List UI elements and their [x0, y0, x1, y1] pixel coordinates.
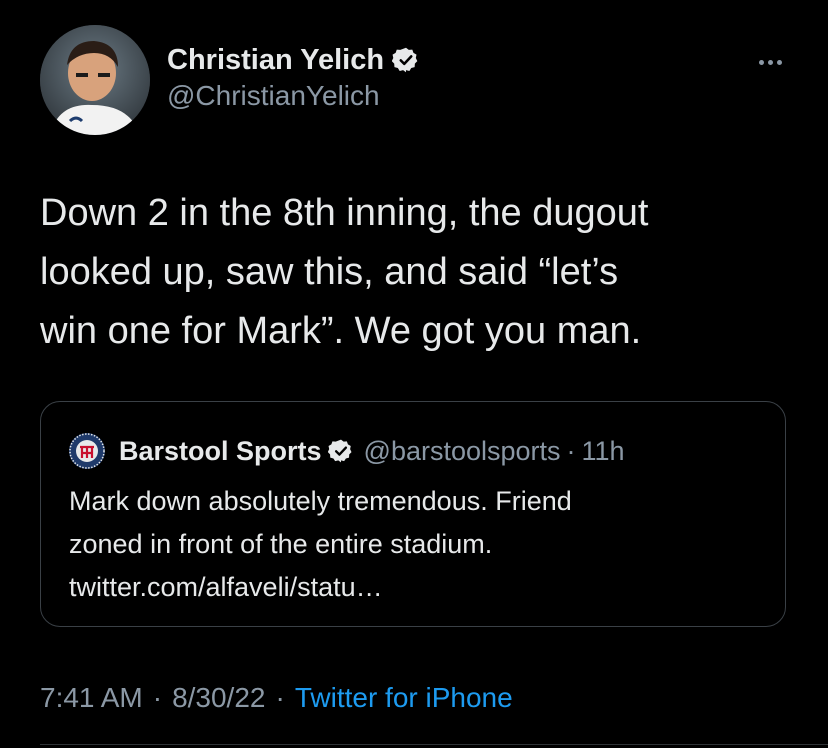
author-handle[interactable]: @ChristianYelich	[167, 80, 420, 112]
quoted-tweet-text: Mark down absolutely tremendous. Friend …	[69, 480, 769, 609]
author-name-row: Christian Yelich	[167, 40, 420, 80]
tweet-text: Down 2 in the 8th inning, the dugout look…	[40, 184, 800, 361]
tweet-time[interactable]: 7:41 AM	[40, 682, 143, 714]
more-options-icon	[767, 59, 773, 65]
divider	[40, 744, 828, 745]
author-avatar[interactable]	[40, 25, 150, 135]
more-options-button[interactable]	[750, 50, 790, 74]
verified-badge-icon	[327, 439, 352, 463]
separator-dot: ·	[275, 682, 285, 713]
tweet-text-line: win one for Mark”. We got you man.	[40, 310, 642, 352]
separator-dot: ·	[152, 682, 163, 713]
separator-dot: ·	[566, 435, 576, 466]
tweet-text-line: looked up, saw this, and said “let’s	[40, 251, 619, 293]
verified-badge-icon	[392, 47, 418, 73]
tweet-meta: 7:41 AM · 8/30/22 · Twitter for iPhone	[40, 678, 513, 718]
tweet-date[interactable]: 8/30/22	[172, 682, 265, 714]
quoted-tweet-card[interactable]: Barstool Sports @barstoolsports · 11h Ma…	[40, 401, 786, 627]
author-info: Christian Yelich @ChristianYelich	[167, 40, 420, 112]
more-options-icon	[776, 59, 782, 65]
avatar-photo-icon	[40, 25, 150, 135]
tweet-source-link[interactable]: Twitter for iPhone	[295, 682, 513, 714]
author-display-name[interactable]: Christian Yelich	[167, 44, 384, 77]
quoted-text-line: Mark down absolutely tremendous. Friend	[69, 486, 572, 516]
quoted-author-handle[interactable]: @barstoolsports	[364, 436, 561, 467]
quoted-author-name[interactable]: Barstool Sports	[119, 436, 322, 467]
tweet-detail: Christian Yelich @ChristianYelich Down 2…	[0, 0, 828, 748]
more-options-icon	[758, 59, 764, 65]
quoted-tweet-time: 11h	[581, 435, 625, 466]
quoted-text-line: zoned in front of the entire stadium.	[69, 529, 493, 559]
quoted-link[interactable]: twitter.com/alfaveli/statu…	[69, 566, 769, 609]
barstool-logo-icon	[69, 433, 105, 469]
quoted-tweet-header: Barstool Sports @barstoolsports · 11h	[69, 432, 625, 470]
tweet-text-line: Down 2 in the 8th inning, the dugout	[40, 192, 649, 234]
